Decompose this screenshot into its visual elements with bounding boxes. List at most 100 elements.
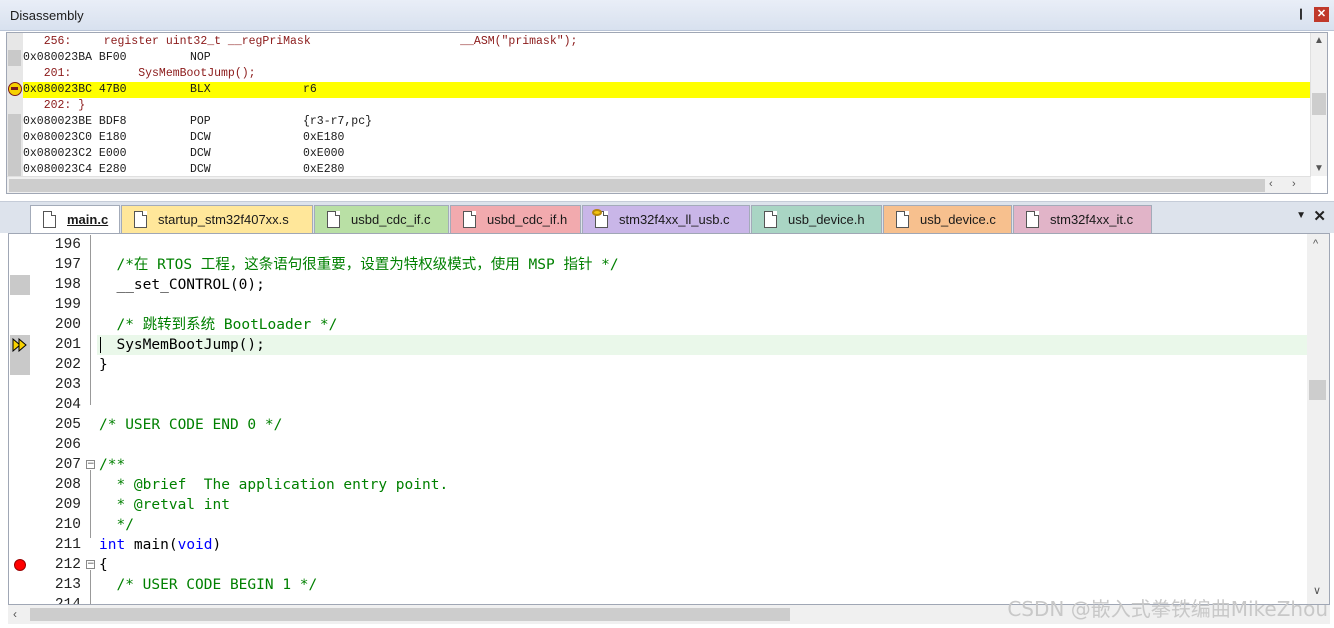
line-number: 210: [54, 517, 81, 533]
code-coverage-mark: [8, 130, 21, 146]
code-line[interactable]: __set_CONTROL(0);: [99, 275, 264, 295]
disassembly-operand: 0xE180: [303, 131, 345, 144]
current-line-highlight: [97, 335, 1307, 355]
disassembly-mnemonic: NOP: [190, 51, 211, 64]
scroll-up-icon[interactable]: ^: [1313, 238, 1318, 250]
scroll-right-icon[interactable]: ›: [1292, 178, 1296, 190]
disassembly-mnemonic: DCW: [190, 147, 211, 160]
disassembly-instruction-line[interactable]: 0x080023BA BF00 NOP: [23, 50, 1311, 66]
scroll-thumb[interactable]: [1309, 380, 1326, 400]
disassembly-lines: 256: register uint32_t __regPriMask __AS…: [23, 34, 1311, 178]
tab-stm32f4xx-ll-usb-c[interactable]: stm32f4xx_ll_usb.c: [582, 205, 750, 234]
code-coverage-mark: [8, 114, 21, 130]
tab-usb-device-c[interactable]: usb_device.c: [883, 205, 1012, 234]
disassembly-address: 201:: [23, 67, 72, 80]
disassembly-vertical-scrollbar[interactable]: ▲ ▼: [1310, 33, 1327, 176]
disassembly-instruction-line[interactable]: 0x080023BE BDF8 POP {r3-r7,pc}: [23, 114, 1311, 130]
tab-label: usbd_cdc_if.h: [487, 212, 568, 227]
disassembly-source-line[interactable]: 201: SysMemBootJump();: [23, 66, 1311, 82]
pin-icon[interactable]: ❙: [1294, 7, 1308, 21]
tab-label: main.c: [67, 212, 109, 227]
disassembly-instruction-line[interactable]: 0x080023C2 E000 DCW 0xE000: [23, 146, 1311, 162]
close-disassembly-button[interactable]: ✕: [1314, 7, 1329, 22]
disassembly-operand: {r3-r7,pc}: [303, 115, 373, 128]
code-line[interactable]: int main(void): [99, 535, 221, 555]
disassembly-mnemonic: DCW: [190, 131, 211, 144]
line-number: 199: [54, 297, 81, 313]
code-line[interactable]: /* USER CODE END 0 */: [99, 415, 282, 435]
code-coverage-mark: [8, 50, 21, 66]
tab-list-dropdown-icon[interactable]: ▼: [1296, 210, 1306, 221]
scroll-thumb[interactable]: [9, 179, 1265, 192]
code-coverage-mark: [8, 146, 21, 162]
disassembly-address: 0x080023C2 E000: [23, 147, 127, 160]
key-icon: [592, 209, 602, 216]
tab-startup-stm32f407xx-s[interactable]: startup_stm32f407xx.s: [121, 205, 313, 234]
disassembly-address: 0x080023BE BDF8: [23, 115, 127, 128]
editor-gutter[interactable]: [9, 234, 31, 604]
line-number: 197: [54, 257, 81, 273]
tab-main-c[interactable]: main.c: [30, 205, 120, 235]
code-line[interactable]: * @retval int: [99, 495, 230, 515]
disassembly-source-line[interactable]: 202: }: [23, 98, 1311, 114]
tab-stm32f4xx-it-c[interactable]: stm32f4xx_it.c: [1013, 205, 1152, 234]
code-line[interactable]: /**: [99, 455, 125, 475]
disassembly-current-instruction[interactable]: 0x080023BC 47B0 BLX r6: [23, 82, 1311, 98]
tab-usbd-cdc-if-c[interactable]: usbd_cdc_if.c: [314, 205, 449, 234]
disassembly-instruction-line[interactable]: 0x080023C0 E180 DCW 0xE180: [23, 130, 1311, 146]
line-number: 203: [54, 377, 81, 393]
line-number: 202: [54, 357, 81, 373]
disassembly-operand: 0xE000: [303, 147, 345, 160]
code-line[interactable]: /* USER CODE BEGIN 1 */: [99, 575, 317, 595]
line-number: 208: [54, 477, 81, 493]
line-number: 196: [54, 237, 81, 253]
close-tab-icon[interactable]: ✕: [1313, 207, 1326, 225]
fold-guide-line: [90, 570, 91, 604]
fold-toggle-icon[interactable]: −: [86, 560, 95, 569]
code-line[interactable]: */: [99, 515, 133, 535]
tab-usb-device-h[interactable]: usb_device.h: [751, 205, 882, 234]
disassembly-gutter[interactable]: [7, 33, 23, 178]
disassembly-mnemonic: register uint32_t __regPriMask: [83, 35, 311, 48]
line-number: 213: [54, 577, 81, 593]
line-number: 198: [54, 277, 81, 293]
disassembly-title: Disassembly: [10, 8, 84, 23]
disassembly-address: 0x080023BC 47B0: [23, 83, 127, 96]
tab-usbd-cdc-if-h[interactable]: usbd_cdc_if.h: [450, 205, 581, 234]
document-icon: [463, 211, 476, 228]
scroll-down-icon[interactable]: ▼: [1314, 163, 1324, 174]
line-number: 204: [54, 397, 81, 413]
document-icon: [1026, 211, 1039, 228]
line-number: 207: [54, 457, 81, 473]
scroll-left-icon[interactable]: ‹: [1269, 178, 1273, 190]
disassembly-view[interactable]: 256: register uint32_t __regPriMask __AS…: [6, 32, 1328, 194]
scroll-thumb[interactable]: [1312, 93, 1326, 115]
scroll-up-icon[interactable]: ▲: [1314, 35, 1324, 46]
code-line[interactable]: {: [99, 555, 108, 575]
tab-label: stm32f4xx_ll_usb.c: [619, 212, 730, 227]
editor-vertical-scrollbar[interactable]: ^ ∨: [1307, 234, 1329, 604]
scroll-left-icon[interactable]: ‹: [13, 607, 17, 621]
line-number: 212: [54, 557, 81, 573]
line-number: 201: [54, 337, 81, 353]
tab-label: stm32f4xx_it.c: [1050, 212, 1134, 227]
code-line[interactable]: /*在 RTOS 工程，这条语句很重要，设置为特权级模式，使用 MSP 指针 *…: [99, 255, 618, 275]
code-line[interactable]: }: [99, 355, 108, 375]
scroll-thumb[interactable]: [30, 608, 790, 621]
disassembly-title-bar: Disassembly ❙ ✕: [0, 0, 1334, 31]
fold-guide-line: [90, 235, 91, 405]
code-coverage-mark: [10, 275, 30, 295]
fold-toggle-icon[interactable]: −: [86, 460, 95, 469]
code-line[interactable]: /* 跳转到系统 BootLoader */: [99, 315, 337, 335]
code-line[interactable]: * @brief The application entry point.: [99, 475, 448, 495]
code-line[interactable]: SysMemBootJump();: [99, 335, 264, 355]
document-icon: [327, 211, 340, 228]
document-icon: [134, 211, 147, 228]
disassembly-horizontal-scrollbar[interactable]: ‹ ›: [7, 176, 1311, 193]
code-editor[interactable]: 196 197 /*在 RTOS 工程，这条语句很重要，设置为特权级模式，使用 M…: [8, 233, 1330, 605]
tab-label: usbd_cdc_if.c: [351, 212, 431, 227]
tab-label: startup_stm32f407xx.s: [158, 212, 289, 227]
disassembly-address: 202: }: [23, 99, 86, 112]
breakpoint-icon[interactable]: [14, 559, 26, 571]
disassembly-source-line[interactable]: 256: register uint32_t __regPriMask __AS…: [23, 34, 1311, 50]
